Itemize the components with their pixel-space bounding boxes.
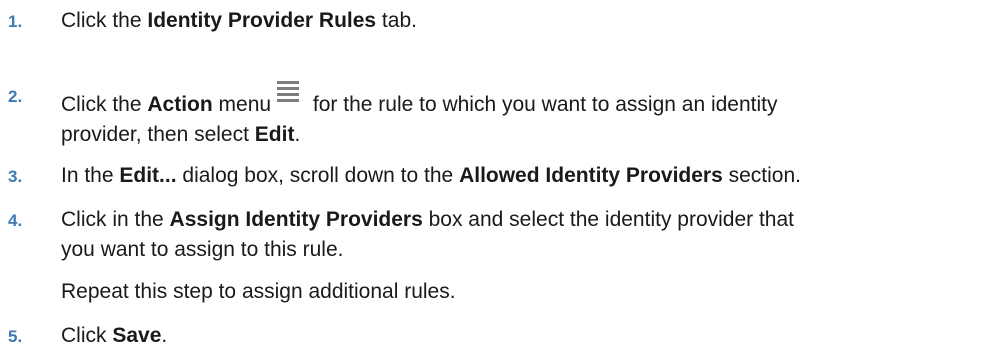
hamburger-menu-icon — [277, 81, 300, 102]
step-number: 2. — [8, 87, 23, 106]
edit-dialog-ref: Edit... — [119, 164, 177, 187]
step-4-note: Repeat this step to assign additional ru… — [61, 280, 456, 303]
step-number: 3. — [8, 167, 23, 186]
step-text: Click Save. — [61, 324, 168, 347]
identity-provider-rules-tab-ref: Identity Provider Rules — [147, 9, 377, 32]
procedure-steps: 1. Click the Identity Provider Rules tab… — [0, 0, 1000, 360]
assign-identity-providers-ref: Assign Identity Providers — [169, 208, 423, 231]
step-text: Click in the Assign Identity Providers b… — [61, 208, 795, 261]
step-number: 1. — [8, 12, 23, 31]
step-number: 5. — [8, 327, 23, 346]
save-ref: Save — [112, 324, 162, 347]
edit-ref: Edit — [254, 123, 295, 146]
step-text: Click the Identity Provider Rules tab. — [61, 9, 417, 32]
step-number: 4. — [8, 211, 23, 230]
step-text: In the Edit... dialog box, scroll down t… — [61, 164, 802, 187]
allowed-identity-providers-ref: Allowed Identity Providers — [459, 164, 723, 187]
step-text: Click the Action menu for the rule to wh… — [61, 81, 996, 150]
action-menu-ref: Action — [147, 93, 213, 116]
